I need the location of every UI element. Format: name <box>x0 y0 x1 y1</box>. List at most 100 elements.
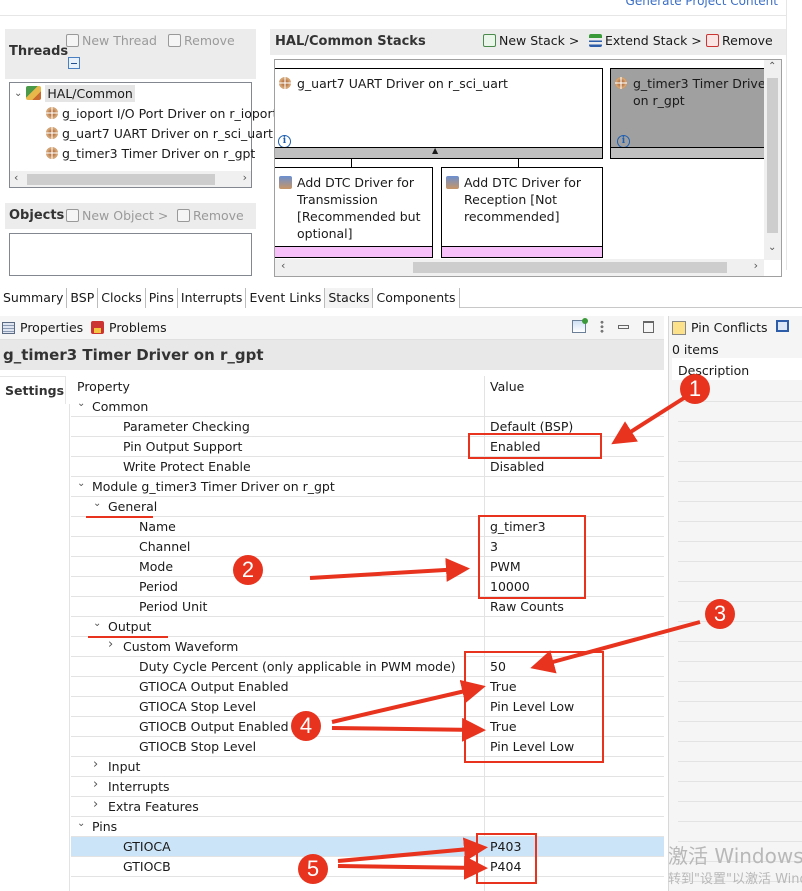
property-row[interactable]: GTIOCA P403 <box>71 837 664 857</box>
objects-list[interactable] <box>9 233 252 276</box>
tree-item-uart7[interactable]: g_uart7 UART Driver on r_sci_uart <box>46 123 273 143</box>
empty-row-line <box>678 501 802 502</box>
minimize-icon[interactable] <box>618 324 629 329</box>
tab-interrupts[interactable]: Interrupts <box>177 288 247 308</box>
annotation-marker-1: 1 <box>680 374 710 404</box>
extend-stack-button[interactable]: Extend Stack > <box>589 33 702 48</box>
chevron-right-icon[interactable]: › <box>93 757 98 772</box>
properties-icon <box>2 321 15 334</box>
property-value[interactable]: Disabled <box>490 459 544 474</box>
property-row[interactable]: Write Protect Enable Disabled <box>71 457 664 477</box>
tree-item-timer3[interactable]: g_timer3 Timer Driver on r_gpt <box>46 143 255 163</box>
scrollbar-thumb[interactable] <box>767 78 778 233</box>
chevron-down-icon[interactable]: ⌄ <box>77 818 85 829</box>
empty-row-line <box>678 801 802 802</box>
stacks-horizontal-scrollbar[interactable]: ‹ › <box>275 259 764 276</box>
scrollbar-thumb[interactable] <box>27 174 215 185</box>
view-menu-icon[interactable] <box>600 320 604 333</box>
tab-summary[interactable]: Summary <box>0 288 68 308</box>
scroll-down-icon[interactable]: ⌄ <box>768 242 776 253</box>
remove-object-icon <box>177 209 190 222</box>
collapse-all-icon[interactable] <box>68 57 80 69</box>
chevron-right-icon[interactable]: › <box>108 637 113 652</box>
column-header-property[interactable]: Property <box>77 379 130 394</box>
stack-collapse-bar <box>610 147 770 159</box>
threads-horizontal-scrollbar[interactable]: ‹ › <box>10 171 251 187</box>
stack-module-label: g_timer3 Timer Driver on r_gpt <box>633 76 771 108</box>
pin-view-icon[interactable] <box>572 318 588 333</box>
tab-components[interactable]: Components <box>373 288 460 308</box>
stack-module-uart7[interactable]: g_uart7 UART Driver on r_sci_uart i <box>275 68 603 159</box>
console-icon[interactable] <box>776 320 789 332</box>
chevron-down-icon[interactable]: ⌄ <box>77 398 85 409</box>
property-row[interactable]: ⌄ Common <box>71 397 664 417</box>
tab-bsp[interactable]: BSP <box>67 288 99 308</box>
property-row[interactable]: Period Unit Raw Counts <box>71 597 664 617</box>
tab-properties[interactable]: Properties <box>2 320 83 335</box>
property-value[interactable]: Raw Counts <box>490 599 564 614</box>
property-row[interactable]: ⌄ Output <box>71 617 664 637</box>
tab-event-links[interactable]: Event Links <box>246 288 326 308</box>
tab-clocks[interactable]: Clocks <box>98 288 146 308</box>
pin-conflicts-icon <box>672 320 686 335</box>
scroll-up-icon[interactable]: ⌃ <box>768 61 776 72</box>
annotation-box-1 <box>468 433 602 459</box>
chevron-right-icon[interactable]: › <box>93 777 98 792</box>
chevron-right-icon[interactable]: › <box>93 797 98 812</box>
property-name: Pin Output Support <box>123 439 243 454</box>
scroll-left-icon[interactable]: ‹ <box>14 171 18 184</box>
column-header-value[interactable]: Value <box>490 379 524 394</box>
maximize-icon[interactable] <box>643 320 654 333</box>
stack-module-timer3[interactable]: g_timer3 Timer Driver on r_gpt i <box>610 68 771 159</box>
new-stack-label: New Stack > <box>499 33 580 48</box>
stack-submodule-dtc-rx[interactable]: Add DTC Driver for Reception [Not recomm… <box>441 167 603 258</box>
property-name: Input <box>108 759 141 774</box>
property-name: Module g_timer3 Timer Driver on r_gpt <box>92 479 335 494</box>
collapse-up-icon[interactable]: ▲ <box>432 146 438 155</box>
remove-thread-label: Remove <box>184 33 235 48</box>
chevron-down-icon[interactable]: ⌄ <box>93 498 101 509</box>
stack-collapse-bar[interactable]: ▲ <box>275 146 603 159</box>
settings-tab-label: Settings <box>5 383 65 398</box>
scroll-left-icon[interactable]: ‹ <box>281 259 285 272</box>
tab-stacks[interactable]: Stacks <box>325 288 374 308</box>
new-stack-button[interactable]: New Stack > <box>483 33 579 48</box>
view-toolbar <box>572 318 654 333</box>
generate-project-content-link[interactable]: Generate Project Content <box>626 0 778 8</box>
property-row[interactable]: › Extra Features <box>71 797 664 817</box>
module-icon <box>279 77 291 89</box>
property-row[interactable]: ⌄ Module g_timer3 Timer Driver on r_gpt <box>71 477 664 497</box>
property-row[interactable]: GTIOCB P404 <box>71 857 664 877</box>
remove-object-button[interactable]: Remove <box>177 208 244 223</box>
scroll-right-icon[interactable]: › <box>754 259 758 272</box>
hal-common-icon <box>26 86 42 100</box>
property-value[interactable]: Default (BSP) <box>490 419 573 434</box>
tree-item-ioport[interactable]: g_ioport I/O Port Driver on r_ioport <box>46 103 277 123</box>
scroll-right-icon[interactable]: › <box>243 171 247 184</box>
tab-pins[interactable]: Pins <box>145 288 178 308</box>
annotation-box-2 <box>478 515 586 599</box>
tree-item-hal-common[interactable]: ⌄ HAL/Common <box>14 83 135 103</box>
new-object-button[interactable]: New Object > <box>66 208 168 223</box>
property-name: GTIOCB Stop Level <box>139 739 257 754</box>
tab-problems[interactable]: Problems <box>91 320 167 335</box>
remove-stack-button[interactable]: Remove <box>706 33 773 48</box>
stack-submodule-dtc-tx[interactable]: Add DTC Driver for Transmission [Recomme… <box>275 167 433 258</box>
threads-tree[interactable]: ⌄ HAL/Common g_ioport I/O Port Driver on… <box>9 82 277 188</box>
module-icon <box>615 77 627 89</box>
property-row[interactable]: ⌄ Pins <box>71 817 664 837</box>
annotation-underline-general <box>86 516 153 518</box>
property-row[interactable]: ⌄ General <box>71 497 664 517</box>
activation-watermark-subtitle: 转到"设置"以激活 Windows。 <box>668 872 802 887</box>
stacks-canvas[interactable]: g_uart7 UART Driver on r_sci_uart i ▲ g_… <box>274 59 782 277</box>
remove-thread-button[interactable]: Remove <box>168 33 235 48</box>
chevron-down-icon[interactable]: ⌄ <box>93 618 101 629</box>
chevron-down-icon[interactable]: ⌄ <box>14 88 22 99</box>
tab-pin-conflicts[interactable]: Pin Conflicts <box>672 320 768 335</box>
stacks-vertical-scrollbar[interactable]: ⌃ ⌄ <box>764 60 781 260</box>
scrollbar-thumb[interactable] <box>413 262 727 273</box>
chevron-down-icon[interactable]: ⌄ <box>77 478 85 489</box>
empty-row-line <box>678 521 802 522</box>
new-thread-button[interactable]: New Thread <box>66 33 157 48</box>
property-row[interactable]: › Interrupts <box>71 777 664 797</box>
